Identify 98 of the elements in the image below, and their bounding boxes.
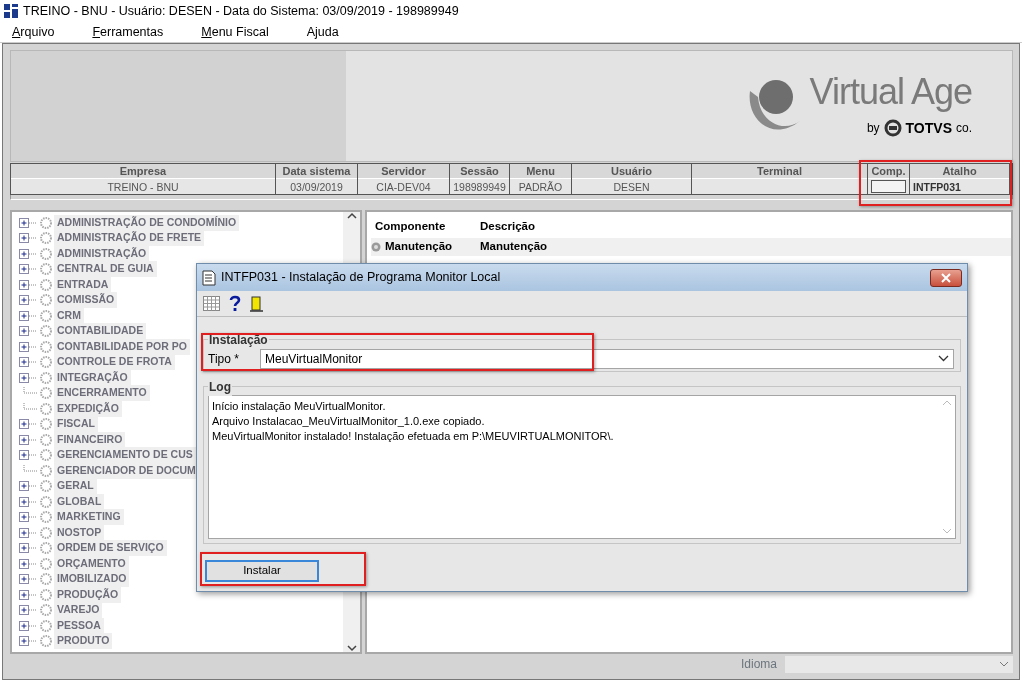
byline-text: by bbox=[866, 120, 880, 137]
menu-item[interactable]: Arquivo bbox=[4, 22, 63, 42]
menu-item[interactable]: Ferramentas bbox=[84, 22, 172, 42]
column-header: Comp. bbox=[870, 164, 907, 178]
table-cell: INTFP031 bbox=[910, 178, 1009, 194]
logo-text: Virtual Age bbox=[809, 73, 972, 110]
install-button[interactable]: Instalar bbox=[205, 560, 319, 582]
toggle-button[interactable] bbox=[871, 180, 906, 193]
tree-item[interactable]: MARKETING bbox=[54, 509, 124, 526]
grid-icon bbox=[203, 296, 220, 311]
close-button[interactable] bbox=[930, 268, 962, 287]
dotted-circle-icon bbox=[40, 263, 52, 276]
dotted-circle-icon bbox=[40, 216, 52, 229]
dotted-circle-icon bbox=[40, 635, 52, 648]
menu-item[interactable]: Menu Fiscal bbox=[193, 22, 277, 42]
tree-item[interactable]: GERAL bbox=[54, 478, 97, 495]
tree-item[interactable]: ORDEM DE SERVIÇO bbox=[54, 540, 167, 557]
log-line: MeuVirtualMonitor instalado! Instalação efetuada em P:\MEUVIRTUALMONITOR\. bbox=[212, 429, 615, 444]
tree-item[interactable]: CONTABILIDADE bbox=[54, 323, 147, 340]
dotted-circle-icon bbox=[40, 325, 52, 338]
dotted-circle-icon bbox=[40, 433, 52, 446]
tree-item[interactable]: ADMINISTRAÇÃO DE FRETE bbox=[54, 230, 205, 247]
dotted-circle-icon bbox=[40, 418, 52, 431]
table-cell: 198989949 bbox=[450, 178, 509, 194]
dialog-title: INTFP031 - Instalação de Programa Monitor Local bbox=[221, 269, 501, 287]
status-label: Idioma bbox=[740, 656, 777, 673]
column-header: Menu bbox=[525, 164, 556, 178]
tree-item[interactable]: FISCAL bbox=[54, 416, 98, 433]
table-cell: TREINO - BNU bbox=[11, 178, 275, 194]
chevron-down-icon bbox=[999, 661, 1009, 667]
tree-item[interactable]: IMOBILIZADO bbox=[54, 571, 130, 588]
dotted-circle-icon bbox=[40, 464, 52, 477]
brand-text: TOTVS bbox=[905, 118, 952, 138]
column-header: Sessão bbox=[459, 164, 500, 178]
type-dropdown[interactable]: MeuVirtualMonitor bbox=[260, 348, 954, 369]
dotted-circle-icon bbox=[40, 371, 52, 384]
field-label: Tipo * bbox=[208, 350, 240, 368]
bullet-icon bbox=[371, 242, 381, 252]
scroll-up-icon bbox=[942, 400, 952, 406]
scroll-down-icon bbox=[942, 528, 952, 534]
document-icon bbox=[202, 269, 216, 286]
scroll-up-icon bbox=[346, 212, 357, 220]
dotted-circle-icon bbox=[40, 619, 52, 632]
tree-item[interactable]: GERENCIAMENTO DE CUS bbox=[54, 447, 196, 464]
dotted-circle-icon bbox=[40, 247, 52, 260]
scroll-down-icon bbox=[346, 644, 357, 652]
column-header: Descrição bbox=[479, 219, 536, 235]
exit-door-icon bbox=[250, 295, 264, 312]
table-cell-text: Manutenção bbox=[385, 239, 453, 255]
dotted-circle-icon bbox=[40, 232, 52, 245]
app-icon bbox=[3, 3, 19, 19]
dotted-circle-icon bbox=[40, 511, 52, 524]
tree-item[interactable]: PRODUTO bbox=[54, 633, 113, 650]
table-cell: 03/09/2019 bbox=[276, 178, 357, 194]
tree-item[interactable]: CENTRAL DE GUIA bbox=[54, 261, 157, 278]
log-line: Início instalação MeuVirtualMonitor. bbox=[212, 399, 387, 414]
tree-item[interactable]: CONTABILIDADE POR PO bbox=[54, 338, 190, 355]
dotted-circle-icon bbox=[40, 542, 52, 555]
ring-logo-icon bbox=[883, 119, 902, 137]
dotted-circle-icon bbox=[40, 604, 52, 617]
dotted-circle-icon bbox=[40, 387, 52, 400]
dotted-circle-icon bbox=[40, 588, 52, 601]
table-cell-text: Manutenção bbox=[479, 239, 548, 255]
dotted-circle-icon bbox=[40, 573, 52, 586]
tree-item[interactable]: FINANCEIRO bbox=[54, 431, 126, 448]
tree-item[interactable]: CONTROLE DE FROTA bbox=[54, 354, 175, 371]
column-header: Terminal bbox=[756, 164, 803, 178]
help-icon bbox=[229, 295, 241, 312]
log-line: Arquivo Instalacao_MeuVirtualMonitor_1.0.exe copiado. bbox=[212, 414, 486, 429]
window-title: TREINO - BNU - Usuário: DESEN - Data do Sistema: 03/09/2019 - 198989949 bbox=[23, 2, 459, 20]
tree-item[interactable]: ADMINISTRAÇÃO DE CONDOMÍNIO bbox=[54, 214, 240, 231]
dotted-circle-icon bbox=[40, 402, 52, 415]
dotted-circle-icon bbox=[40, 480, 52, 493]
column-header: Servidor bbox=[380, 164, 427, 178]
dotted-circle-icon bbox=[40, 294, 52, 307]
tree-item[interactable]: COMISSÃO bbox=[54, 292, 118, 309]
dotted-circle-icon bbox=[40, 495, 52, 508]
chevron-down-icon bbox=[938, 355, 949, 362]
dotted-circle-icon bbox=[40, 526, 52, 539]
column-header: Empresa bbox=[118, 164, 168, 178]
dotted-circle-icon bbox=[40, 557, 52, 570]
column-header: Componente bbox=[374, 219, 447, 235]
menu-item[interactable]: Ajuda bbox=[298, 22, 347, 42]
column-header: Usuário bbox=[610, 164, 653, 178]
dotted-circle-icon bbox=[40, 356, 52, 369]
table-cell: DESEN bbox=[572, 178, 691, 194]
column-header: Atalho bbox=[941, 164, 978, 178]
column-header: Data sistema bbox=[281, 164, 352, 178]
tree-item[interactable]: ENCERRAMENTO bbox=[54, 385, 150, 402]
close-icon bbox=[941, 272, 951, 283]
dotted-circle-icon bbox=[40, 278, 52, 291]
dotted-circle-icon bbox=[40, 449, 52, 462]
dotted-circle-icon bbox=[40, 309, 52, 322]
dotted-circle-icon bbox=[40, 340, 52, 353]
tree-item[interactable]: VAREJO bbox=[54, 602, 103, 619]
table-cell: PADRÃO bbox=[510, 178, 571, 194]
brand-suffix-text: co. bbox=[956, 120, 972, 137]
table-cell: CIA-DEV04 bbox=[358, 178, 449, 194]
